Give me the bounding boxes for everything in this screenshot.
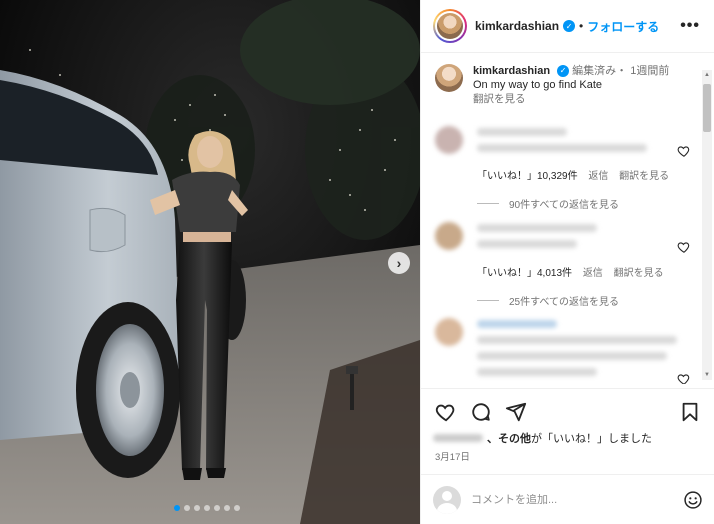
comment-bubble-icon[interactable]: [470, 401, 492, 423]
author-username[interactable]: kimkardashian: [475, 19, 559, 33]
chevron-right-icon: ›: [396, 255, 402, 271]
smiley-icon[interactable]: [683, 490, 703, 510]
caption-text: On my way to go find Kate: [473, 79, 603, 91]
scroll-up-icon[interactable]: ▲: [702, 70, 712, 80]
bookmark-icon[interactable]: [679, 401, 701, 423]
reply-button[interactable]: 返信: [583, 268, 603, 279]
author-avatar[interactable]: [433, 9, 467, 43]
caption-see-translation[interactable]: 翻訳を見る: [473, 92, 669, 106]
verified-badge-icon: ✓: [557, 65, 570, 78]
post-caption: kimkardashian ✓ 編集済み・ 1週間前 On my way to …: [421, 54, 714, 106]
comment-text-blurred: [477, 320, 557, 328]
comment-text-blurred: [477, 352, 667, 360]
comment-likes[interactable]: 「いいね！」10,329件: [477, 171, 578, 182]
follow-button[interactable]: フォローする: [587, 18, 659, 35]
liked-by-summary: 、その他 が「いいね！」しました: [433, 430, 652, 446]
caption-username[interactable]: kimkardashian: [473, 65, 550, 77]
comment-item: [435, 318, 705, 384]
comment-text-blurred: [477, 144, 647, 152]
view-replies-label: 25件すべての返信を見る: [509, 297, 620, 308]
comment-avatar[interactable]: [435, 318, 463, 346]
carousel-next-button[interactable]: ›: [388, 252, 410, 274]
comment-item: 「いいね！」10,329件 返信 翻訳を見る 90件すべての返信を見る: [435, 126, 705, 216]
caption-avatar[interactable]: [435, 64, 463, 92]
post-actions-bar: [421, 388, 714, 434]
comment-text-blurred: [477, 368, 597, 376]
comment-avatar[interactable]: [435, 222, 463, 250]
scroll-down-icon[interactable]: ▼: [702, 370, 712, 380]
current-user-avatar: [433, 485, 461, 514]
comment-avatar[interactable]: [435, 126, 463, 154]
comment-text-blurred: [477, 128, 567, 136]
carousel-dot: [184, 505, 190, 511]
carousel-dot: [174, 505, 180, 511]
post-side-panel: kimkardashian ✓ • フォローする ••• kimkardashi…: [420, 0, 714, 524]
heart-icon[interactable]: [677, 372, 691, 384]
comments-scrollbar[interactable]: ▲ ▼: [702, 70, 712, 380]
post-header: kimkardashian ✓ • フォローする •••: [421, 0, 714, 53]
carousel-dot: [234, 505, 240, 511]
comment-actions: 「いいね！」4,013件 返信 翻訳を見る: [477, 264, 672, 279]
carousel-dot: [214, 505, 220, 511]
comment-input[interactable]: [471, 493, 683, 506]
verified-badge-icon: ✓: [563, 20, 576, 32]
view-replies[interactable]: 25件すべての返信を見る: [477, 293, 619, 308]
header-separator: •: [579, 19, 584, 33]
comment-text-blurred: [477, 336, 677, 344]
scrollbar-thumb[interactable]: [703, 84, 711, 132]
photo-scene: [0, 0, 420, 524]
liked-by-others-link[interactable]: 、その他: [487, 430, 531, 446]
carousel-indicator: [174, 505, 240, 511]
carousel-dot: [224, 505, 230, 511]
see-translation-link[interactable]: 翻訳を見る: [619, 171, 669, 182]
more-options-icon[interactable]: •••: [680, 17, 700, 35]
paper-plane-icon[interactable]: [505, 401, 527, 423]
view-replies[interactable]: 90件すべての返信を見る: [477, 196, 619, 211]
comment-text-blurred: [477, 224, 597, 232]
post-photo[interactable]: ›: [0, 0, 420, 524]
caption-meta: 編集済み・ 1週間前: [572, 65, 670, 77]
liked-by-user-blurred[interactable]: [433, 434, 483, 442]
post-date[interactable]: 3月17日: [435, 449, 470, 463]
see-translation-link[interactable]: 翻訳を見る: [614, 268, 664, 279]
reply-button[interactable]: 返信: [588, 171, 608, 182]
heart-icon[interactable]: [677, 144, 691, 158]
add-comment-bar: [421, 474, 714, 524]
comment-likes[interactable]: 「いいね！」4,013件: [477, 268, 572, 279]
liked-by-suffix: が「いいね！」しました: [531, 433, 652, 445]
comments-list[interactable]: kimkardashian ✓ 編集済み・ 1週間前 On my way to …: [421, 54, 714, 384]
heart-icon[interactable]: [435, 401, 457, 423]
carousel-dot: [204, 505, 210, 511]
comment-actions: 「いいね！」10,329件 返信 翻訳を見る: [477, 167, 677, 182]
comment-item: 「いいね！」4,013件 返信 翻訳を見る 25件すべての返信を見る: [435, 222, 705, 312]
view-replies-label: 90件すべての返信を見る: [509, 200, 620, 211]
comment-text-blurred: [477, 240, 577, 248]
heart-icon[interactable]: [677, 240, 691, 254]
carousel-dot: [194, 505, 200, 511]
